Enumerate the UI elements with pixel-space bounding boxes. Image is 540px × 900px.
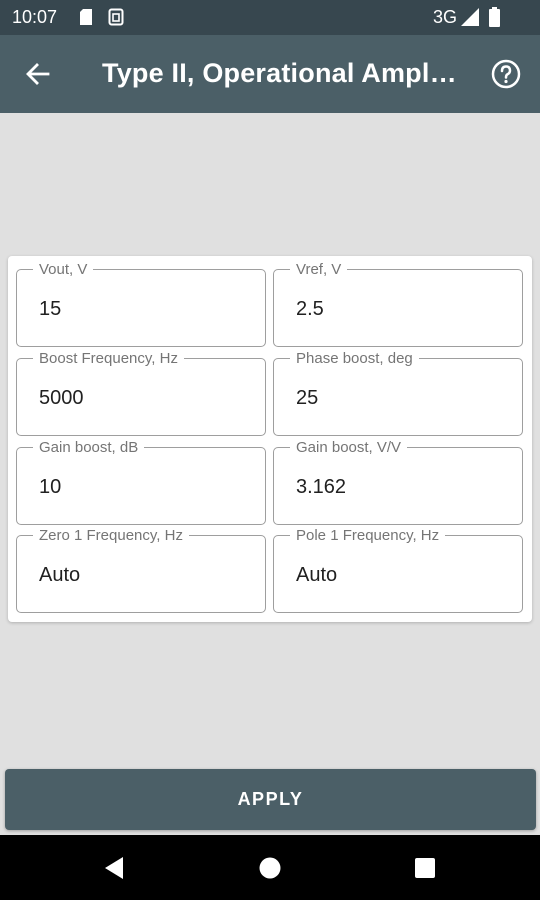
field-label: Phase boost, deg	[290, 350, 419, 367]
field-label: Zero 1 Frequency, Hz	[33, 527, 189, 544]
signal-icon	[461, 8, 479, 26]
apply-button-label: APPLY	[237, 789, 304, 809]
sd-card-icon	[80, 9, 92, 25]
app-bar: Type II, Operational Ampli…	[0, 35, 540, 113]
vref-field[interactable]: Vref, V 2.5	[273, 261, 523, 347]
field-value: 15	[39, 298, 62, 320]
field-label: Gain boost, V/V	[290, 439, 408, 456]
battery-icon	[489, 7, 500, 27]
sim-icon	[108, 8, 124, 26]
phase-boost-field[interactable]: Phase boost, deg 25	[273, 350, 523, 436]
field-label: Gain boost, dB	[33, 439, 145, 456]
field-value: 25	[296, 387, 319, 409]
navigation-bar	[0, 835, 540, 900]
gain-boost-db-field[interactable]: Gain boost, dB 10	[16, 439, 266, 525]
status-bar: 10:07 3G	[0, 0, 540, 35]
pole1-frequency-field[interactable]: Pole 1 Frequency, Hz Auto	[273, 527, 523, 613]
field-value: Auto	[296, 564, 338, 586]
page-title: Type II, Operational Ampli…	[102, 58, 460, 88]
field-label: Boost Frequency, Hz	[33, 350, 184, 367]
field-label: Pole 1 Frequency, Hz	[290, 527, 446, 544]
field-label: Vout, V	[33, 261, 94, 278]
apply-button[interactable]: APPLY	[5, 769, 536, 830]
field-value: 10	[39, 476, 62, 498]
network-type: 3G	[433, 7, 458, 27]
field-value: 3.162	[296, 476, 347, 498]
vout-field[interactable]: Vout, V 15	[16, 261, 266, 347]
zero1-frequency-field[interactable]: Zero 1 Frequency, Hz Auto	[16, 527, 266, 613]
field-value: 2.5	[296, 298, 324, 320]
nav-back-icon[interactable]	[101, 854, 129, 882]
field-label: Vref, V	[290, 261, 348, 278]
gain-boost-vv-field[interactable]: Gain boost, V/V 3.162	[273, 439, 523, 525]
field-value: 5000	[39, 387, 84, 409]
parameters-card: Vout, V 15 Vref, V 2.5 Boost Frequency, …	[8, 256, 532, 622]
boost-frequency-field[interactable]: Boost Frequency, Hz 5000	[16, 350, 266, 436]
back-arrow-icon[interactable]	[22, 58, 54, 90]
help-icon[interactable]	[490, 58, 522, 90]
status-time: 10:07	[12, 7, 58, 27]
field-value: Auto	[39, 564, 81, 586]
nav-recents-icon[interactable]	[411, 854, 439, 882]
nav-home-icon[interactable]	[256, 854, 284, 882]
